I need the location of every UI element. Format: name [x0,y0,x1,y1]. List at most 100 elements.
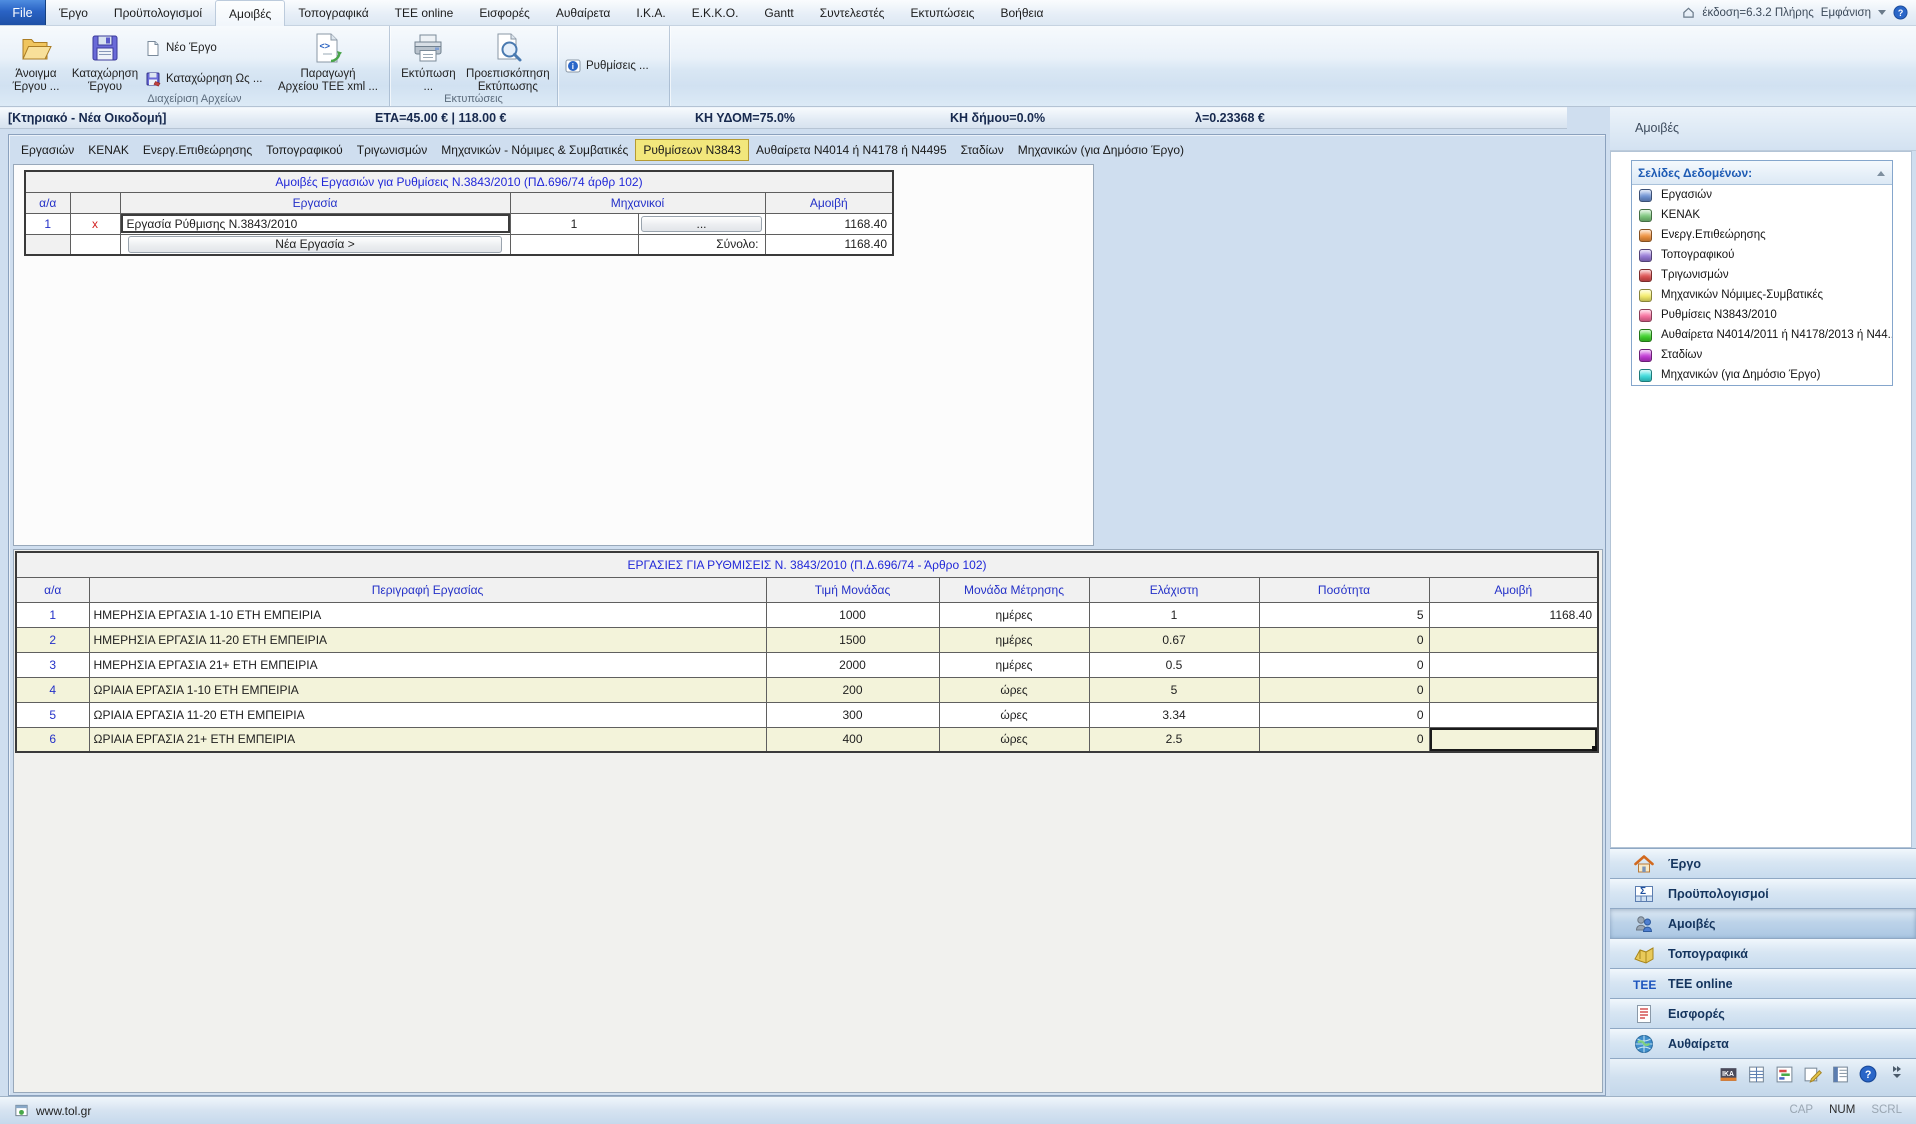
grid-cell[interactable]: ημέρες [939,602,1089,627]
help-icon[interactable]: ? [1859,1065,1878,1084]
grid-cell[interactable]: ώρες [939,702,1089,727]
data-page-item-4[interactable]: Τριγωνισμών [1632,265,1892,285]
grid-cell[interactable]: 0.5 [1089,652,1259,677]
fee-cell[interactable]: 1168.40 [765,213,893,234]
grid-cell[interactable]: 0 [1259,627,1429,652]
row-index[interactable]: 5 [16,702,89,727]
data-page-item-7[interactable]: Αυθαίρετα Ν4014/2011 ή Ν4178/2013 ή Ν44.… [1632,325,1892,345]
data-page-item-9[interactable]: Μηχανικών (για Δημόσιο Έργο) [1632,365,1892,385]
file-tab[interactable]: File [0,0,46,25]
report-icon[interactable] [1831,1065,1850,1084]
data-page-tab-0[interactable]: Εργασιών [14,139,81,161]
overflow-icon[interactable] [1887,1065,1906,1084]
data-page-tab-8[interactable]: Σταδίων [954,139,1011,161]
grid-cell[interactable]: ΩΡΙΑΙΑ ΕΡΓΑΣΙΑ 1-10 ΕΤΗ ΕΜΠΕΙΡΙΑ [89,677,766,702]
grid-cell[interactable]: 3.34 [1089,702,1259,727]
engineers-count-cell[interactable]: 1 [510,213,638,234]
grid-cell[interactable]: 200 [766,677,939,702]
print-button[interactable]: Εκτύπωση ... [394,29,463,94]
menu-item-4[interactable]: TEE online [382,0,467,25]
data-page-tab-5[interactable]: Μηχανικών - Νόμιμες & Συμβατικές [434,139,635,161]
grid-cell[interactable]: 2.5 [1089,727,1259,752]
grid-cell[interactable]: 2000 [766,652,939,677]
grid-cell[interactable]: ημέρες [939,627,1089,652]
nav-topografika[interactable]: Τοπογραφικά [1610,938,1916,968]
nav-proypologismoi[interactable]: ΣΠροϋπολογισμοί [1610,878,1916,908]
grid-cell[interactable]: 1168.40 [1429,602,1598,627]
engineers-more-button[interactable]: ... [641,216,762,232]
data-page-tab-4[interactable]: Τριγωνισμών [350,139,435,161]
grid-cell[interactable]: 0 [1259,727,1429,752]
data-page-tab-7[interactable]: Αυθαίρετα Ν4014 ή Ν4178 ή Ν4495 [749,139,954,161]
data-page-item-3[interactable]: Τοπογραφικού [1632,245,1892,265]
new-project-button[interactable]: Νέο Έργο [142,38,274,58]
row-index[interactable]: 4 [16,677,89,702]
row-index[interactable]: 6 [16,727,89,752]
nav-amoives[interactable]: Αμοιβές [1610,908,1916,938]
grid-cell[interactable]: 1500 [766,627,939,652]
selected-cell[interactable] [1429,727,1598,752]
data-page-tab-1[interactable]: ΚΕΝΑΚ [81,139,136,161]
data-page-tab-3[interactable]: Τοπογραφικού [259,139,350,161]
data-page-item-1[interactable]: ΚΕΝΑΚ [1632,205,1892,225]
grid-cell[interactable] [1429,677,1598,702]
grid-cell[interactable]: ώρες [939,677,1089,702]
nav-authaireta[interactable]: Αυθαίρετα [1610,1028,1916,1058]
grid-cell[interactable]: ΗΜΕΡΗΣΙΑ ΕΡΓΑΣΙΑ 11-20 ΕΤΗ ΕΜΠΕΙΡΙΑ [89,627,766,652]
new-work-button[interactable]: Νέα Εργασία > [128,236,501,253]
nav-ergo[interactable]: Έργο [1610,848,1916,878]
data-page-tab-2[interactable]: Ενεργ.Επιθεώρησης [136,139,259,161]
grid-cell[interactable]: ΩΡΙΑΙΑ ΕΡΓΑΣΙΑ 21+ ΕΤΗ ΕΜΠΕΙΡΙΑ [89,727,766,752]
data-page-item-6[interactable]: Ρυθμίσεις Ν3843/2010 [1632,305,1892,325]
menu-item-6[interactable]: Αυθαίρετα [543,0,624,25]
menu-item-10[interactable]: Συντελεστές [807,0,898,25]
grid-cell[interactable]: 5 [1089,677,1259,702]
row-index[interactable]: 1 [16,602,89,627]
open-project-button[interactable]: Άνοιγμα Έργου ... [4,29,68,94]
data-page-item-0[interactable]: Εργασιών [1632,185,1892,205]
grid-cell[interactable] [1429,627,1598,652]
table-icon[interactable] [1747,1065,1766,1084]
menu-item-2[interactable]: Αμοιβές [215,0,285,26]
generate-tee-xml-button[interactable]: <> Παραγωγή Αρχείου TEE xml ... [274,29,382,94]
menu-item-0[interactable]: Έργο [46,0,101,25]
grid-cell[interactable]: ΩΡΙΑΙΑ ΕΡΓΑΣΙΑ 11-20 ΕΤΗ ΕΜΠΕΙΡΙΑ [89,702,766,727]
grid-cell[interactable] [1429,652,1598,677]
grid-cell[interactable]: 0.67 [1089,627,1259,652]
grid-cell[interactable] [1429,702,1598,727]
settings-button[interactable]: i Ρυθμίσεις ... [562,56,652,76]
menu-item-8[interactable]: Ε.Κ.Κ.Ο. [679,0,752,25]
grid-cell[interactable]: ΗΜΕΡΗΣΙΑ ΕΡΓΑΣΙΑ 21+ ΕΤΗ ΕΜΠΕΙΡΙΑ [89,652,766,677]
view-dropdown[interactable]: Εμφάνιση [1821,7,1871,19]
delete-row-button[interactable]: x [70,213,120,234]
data-page-tab-9[interactable]: Μηχανικών (για Δημόσιο Έργο) [1011,139,1191,161]
grid-cell[interactable]: 1000 [766,602,939,627]
data-page-item-8[interactable]: Σταδίων [1632,345,1892,365]
save-as-button[interactable]: Καταχώρηση Ως ... [142,69,274,89]
row-index[interactable]: 1 [25,213,70,234]
grid-cell[interactable]: ΗΜΕΡΗΣΙΑ ΕΡΓΑΣΙΑ 1-10 ΕΤΗ ΕΜΠΕΙΡΙΑ [89,602,766,627]
menu-item-7[interactable]: Ι.Κ.Α. [623,0,678,25]
grid-cell[interactable]: 0 [1259,677,1429,702]
menu-item-5[interactable]: Εισφορές [466,0,543,25]
data-page-item-5[interactable]: Μηχανικών Νόμιμες-Συμβατικές [1632,285,1892,305]
work-name-input[interactable]: Εργασία Ρύθμισης Ν.3843/2010 [121,214,510,233]
menu-item-1[interactable]: Προϋπολογισμοί [101,0,215,25]
grid-cell[interactable]: 300 [766,702,939,727]
menu-item-3[interactable]: Τοπογραφικά [285,0,381,25]
grid-cell[interactable]: 1 [1089,602,1259,627]
menu-item-9[interactable]: Gantt [751,0,806,25]
data-page-item-2[interactable]: Ενεργ.Επιθεώρησης [1632,225,1892,245]
grid-cell[interactable]: ημέρες [939,652,1089,677]
website-link[interactable]: www.tol.gr [36,1104,91,1118]
gantt-icon[interactable] [1775,1065,1794,1084]
nav-tee-online[interactable]: TEETEE online [1610,968,1916,998]
menu-item-12[interactable]: Βοήθεια [987,0,1056,25]
nav-eisfores[interactable]: Εισφορές [1610,998,1916,1028]
grid-cell[interactable]: 0 [1259,702,1429,727]
grid-cell[interactable]: 400 [766,727,939,752]
collapse-arrow-icon[interactable] [1877,171,1885,176]
grid-cell[interactable]: ώρες [939,727,1089,752]
row-index[interactable]: 2 [16,627,89,652]
help-icon[interactable]: ? [1893,5,1908,20]
